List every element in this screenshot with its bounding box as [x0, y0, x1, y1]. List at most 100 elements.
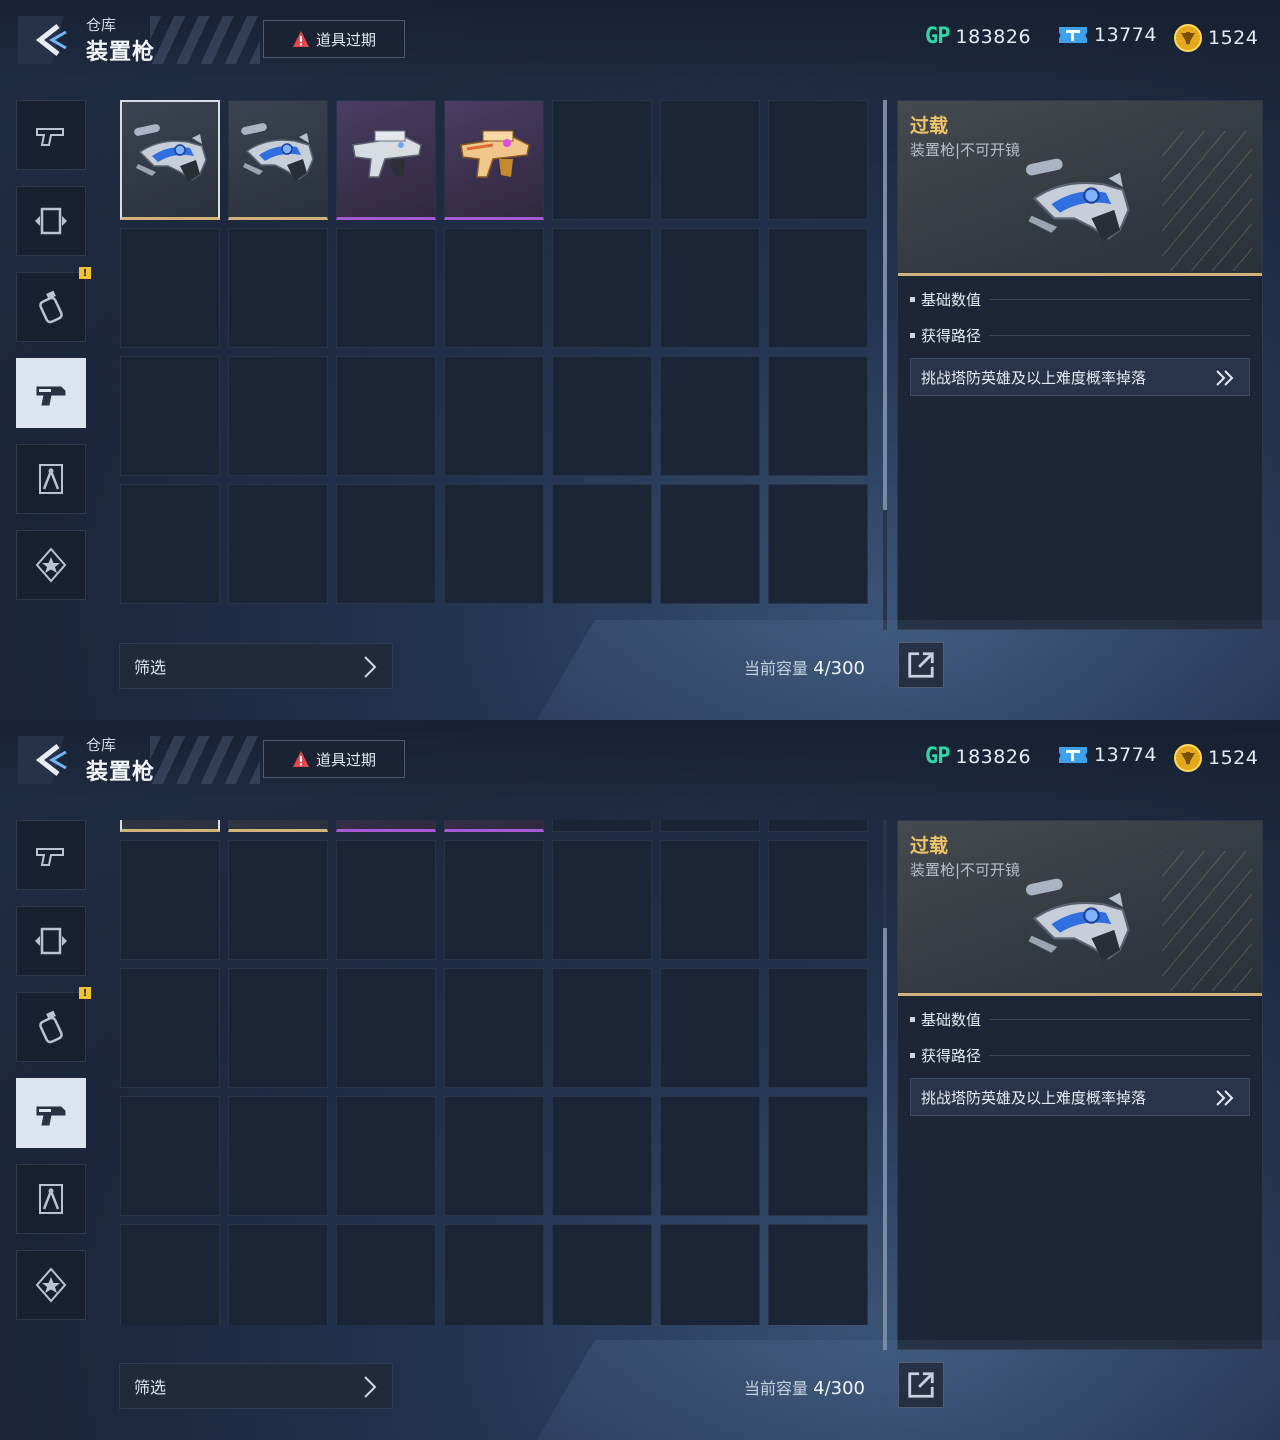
inventory-item[interactable]	[120, 820, 220, 832]
empty-slot[interactable]	[660, 1224, 760, 1325]
sidebar-tab-pistol[interactable]	[16, 100, 86, 170]
empty-slot[interactable]	[336, 228, 436, 348]
device-gun-icon	[36, 1106, 66, 1126]
ticket-currency: 13774	[1058, 744, 1157, 766]
empty-slot[interactable]	[228, 356, 328, 476]
empty-slot[interactable]	[120, 228, 220, 348]
empty-slot[interactable]	[336, 484, 436, 604]
section-acquire-route[interactable]: 获得路径	[910, 1042, 1250, 1068]
capacity-display: 当前容量 4/300	[744, 655, 865, 679]
inventory-item[interactable]	[444, 820, 544, 832]
gp-amount: 183826	[955, 745, 1032, 768]
empty-slot[interactable]	[444, 1096, 544, 1216]
scrollbar-thumb[interactable]	[883, 928, 887, 1350]
empty-slot[interactable]	[660, 840, 760, 960]
empty-slot[interactable]	[768, 356, 868, 476]
export-button[interactable]	[898, 1362, 944, 1408]
empty-slot[interactable]	[120, 484, 220, 604]
empty-slot[interactable]	[552, 100, 652, 220]
sidebar-tab-compass[interactable]	[16, 444, 86, 514]
inventory-item[interactable]	[228, 820, 328, 832]
empty-slot[interactable]	[120, 840, 220, 960]
inventory-item[interactable]	[336, 820, 436, 832]
empty-slot[interactable]	[768, 820, 868, 832]
empty-slot[interactable]	[552, 1224, 652, 1325]
empty-slot[interactable]	[552, 228, 652, 348]
empty-slot[interactable]	[768, 228, 868, 348]
back-button[interactable]	[18, 736, 78, 784]
acquire-route-button[interactable]: 挑战塔防英雄及以上难度概率掉落	[910, 358, 1250, 396]
sidebar-tab-compass[interactable]	[16, 1164, 86, 1234]
sidebar-tab-frame[interactable]	[16, 906, 86, 976]
sidebar-tab-frame[interactable]	[16, 186, 86, 256]
empty-slot[interactable]	[120, 968, 220, 1088]
empty-slot[interactable]	[120, 1224, 220, 1325]
sidebar-tab-device-gun[interactable]	[16, 1078, 86, 1148]
sidebar-tab-grenade[interactable]: !	[16, 267, 91, 342]
section-acquire-route[interactable]: 获得路径	[910, 322, 1250, 348]
empty-slot[interactable]	[660, 484, 760, 604]
empty-slot[interactable]	[552, 484, 652, 604]
empty-slot[interactable]	[444, 484, 544, 604]
empty-slot[interactable]	[660, 356, 760, 476]
grid-scrollbar[interactable]	[883, 820, 887, 1350]
empty-slot[interactable]	[768, 840, 868, 960]
inventory-item[interactable]	[444, 100, 544, 220]
empty-slot[interactable]	[552, 820, 652, 832]
empty-slot[interactable]	[444, 1224, 544, 1325]
expired-items-button[interactable]: 道具过期	[263, 740, 405, 778]
empty-slot[interactable]	[228, 1224, 328, 1325]
scrollbar-thumb[interactable]	[883, 100, 887, 510]
star-badge-icon	[35, 547, 67, 583]
empty-slot[interactable]	[336, 968, 436, 1088]
empty-slot[interactable]	[228, 968, 328, 1088]
empty-slot[interactable]	[444, 356, 544, 476]
expired-items-button[interactable]: 道具过期	[263, 20, 405, 58]
empty-slot[interactable]	[336, 1096, 436, 1216]
inventory-item[interactable]	[336, 100, 436, 220]
section-base-stats[interactable]: 基础数值	[910, 286, 1250, 312]
filter-button[interactable]: 筛选	[119, 1363, 393, 1409]
empty-slot[interactable]	[552, 840, 652, 960]
empty-slot[interactable]	[120, 1096, 220, 1216]
acquire-route-button[interactable]: 挑战塔防英雄及以上难度概率掉落	[910, 1078, 1250, 1116]
empty-slot[interactable]	[228, 840, 328, 960]
section-base-stats[interactable]: 基础数值	[910, 1006, 1250, 1032]
empty-slot[interactable]	[228, 228, 328, 348]
empty-slot[interactable]	[444, 840, 544, 960]
empty-slot[interactable]	[768, 100, 868, 220]
empty-slot[interactable]	[552, 968, 652, 1088]
empty-slot[interactable]	[228, 1096, 328, 1216]
empty-slot[interactable]	[768, 1096, 868, 1216]
sidebar-tab-pistol[interactable]	[16, 820, 86, 890]
empty-slot[interactable]	[660, 820, 760, 832]
empty-slot[interactable]	[768, 1224, 868, 1325]
filter-button[interactable]: 筛选	[119, 643, 393, 689]
inventory-item[interactable]	[120, 100, 220, 220]
empty-slot[interactable]	[444, 228, 544, 348]
empty-slot[interactable]	[444, 968, 544, 1088]
sidebar-tab-star-badge[interactable]	[16, 1250, 86, 1320]
empty-slot[interactable]	[768, 968, 868, 1088]
empty-slot[interactable]	[660, 968, 760, 1088]
empty-slot[interactable]	[228, 484, 328, 604]
empty-slot[interactable]	[660, 100, 760, 220]
empty-slot[interactable]	[552, 1096, 652, 1216]
empty-slot[interactable]	[120, 356, 220, 476]
empty-slot[interactable]	[336, 840, 436, 960]
gold-coin-icon	[1174, 744, 1202, 772]
sidebar-tab-star-badge[interactable]	[16, 530, 86, 600]
empty-slot[interactable]	[336, 1224, 436, 1325]
inventory-item[interactable]	[228, 100, 328, 220]
sidebar-tab-device-gun[interactable]	[16, 358, 86, 428]
export-button[interactable]	[898, 642, 944, 688]
empty-slot[interactable]	[660, 228, 760, 348]
divider	[989, 334, 1250, 336]
empty-slot[interactable]	[336, 356, 436, 476]
empty-slot[interactable]	[660, 1096, 760, 1216]
grid-scrollbar[interactable]	[883, 100, 887, 630]
empty-slot[interactable]	[552, 356, 652, 476]
sidebar-tab-grenade[interactable]: !	[16, 987, 91, 1062]
back-button[interactable]	[18, 16, 78, 64]
empty-slot[interactable]	[768, 484, 868, 604]
